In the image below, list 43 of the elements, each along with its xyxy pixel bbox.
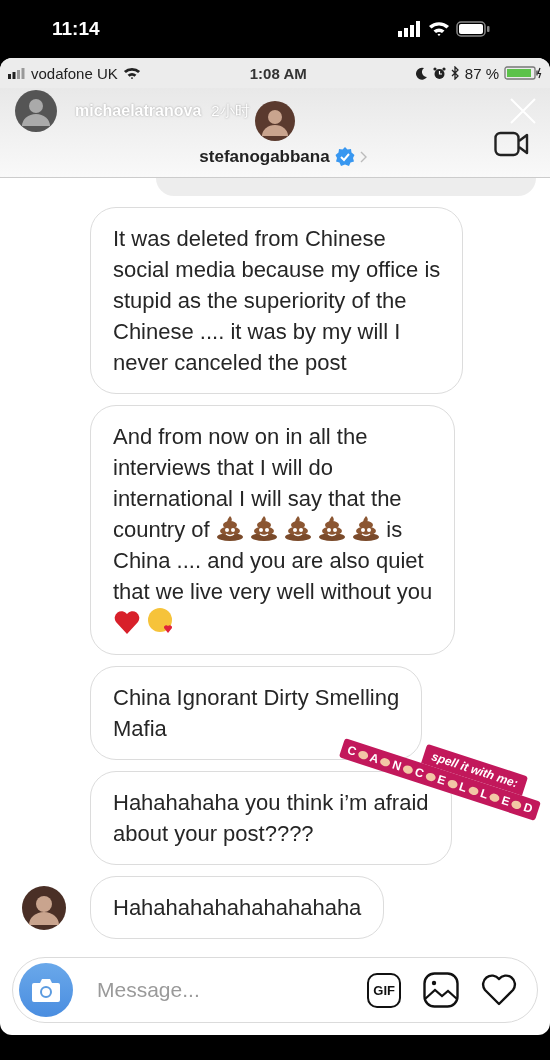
message-input[interactable]: Message... — [95, 977, 346, 1003]
gallery-icon[interactable] — [423, 972, 459, 1008]
sticker-letter: E — [499, 793, 512, 809]
poop-emoji-icon — [318, 515, 347, 541]
bluetooth-icon — [450, 66, 460, 80]
sticker-letter: D — [521, 800, 535, 817]
message-text: Hahahahahahahahahaha — [113, 895, 362, 920]
status-time: 1:08 AM — [249, 64, 307, 82]
message-text: China Ignorant Dirty Smelling Mafia — [113, 685, 400, 741]
gif-button[interactable]: GIF — [367, 972, 401, 1008]
chat-username[interactable]: stefanogabbana — [199, 147, 330, 167]
message-text: China .... and you are also quiet that we live very well without you — [113, 548, 433, 604]
heart-emoji-icon — [113, 609, 141, 635]
poop-emoji-icon — [284, 515, 312, 541]
profile-avatar[interactable] — [255, 101, 295, 141]
wifi-icon — [122, 66, 141, 80]
camera-icon — [31, 977, 61, 1003]
battery-percent: 87 % — [464, 64, 499, 82]
carrier-name: vodafone UK — [31, 64, 118, 82]
message-text: It was deleted from Chinese social media because my office is stupid as the superiority of the Chinese .... it was by my will I never canceled the post — [113, 226, 441, 375]
message-text: country of — [113, 517, 210, 542]
heart-icon[interactable] — [481, 974, 517, 1006]
wifi-icon — [428, 21, 450, 37]
battery-icon — [504, 66, 542, 80]
status-time: 11:14 — [52, 18, 100, 40]
poop-emoji-icon — [215, 515, 244, 541]
sticker-letter: E — [435, 772, 448, 788]
signal-icon — [398, 21, 422, 37]
video-call-icon[interactable] — [494, 130, 530, 158]
story-avatar[interactable] — [15, 90, 57, 132]
sticker-letter: A — [368, 750, 381, 767]
battery-icon — [456, 21, 490, 37]
sender-avatar[interactable] — [22, 885, 66, 930]
sticker-letter: L — [457, 779, 469, 795]
camera-button[interactable] — [19, 963, 73, 1017]
sticker-letter: N — [390, 757, 404, 774]
alarm-icon — [432, 66, 446, 80]
signal-icon — [8, 67, 26, 79]
poop-emoji-icon — [352, 515, 381, 541]
moon-icon — [415, 66, 428, 80]
poop-emoji-icon — [249, 515, 278, 541]
message-text: is — [386, 517, 403, 542]
sticker-letter: C — [345, 742, 359, 759]
